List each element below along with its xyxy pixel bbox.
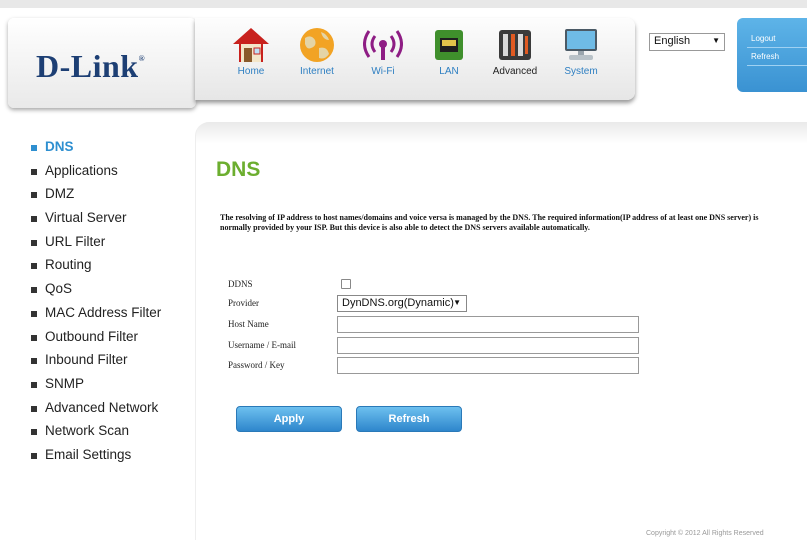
sidebar-item-label: Inbound Filter (45, 352, 128, 368)
nav-home[interactable]: Home (219, 26, 283, 77)
tools-icon (495, 26, 535, 64)
language-select[interactable]: English ▼ (649, 33, 725, 51)
divider (747, 65, 807, 66)
username-input[interactable] (337, 337, 639, 354)
sidebar-item-label: Advanced Network (45, 399, 159, 415)
top-band (0, 0, 807, 8)
hostname-input[interactable] (337, 316, 639, 333)
nav-lan-label: LAN (439, 66, 459, 77)
refresh-button[interactable]: Refresh (356, 406, 462, 432)
sidebar-item-network-scan[interactable]: Network Scan (0, 419, 195, 443)
page: D-Link® Home Internet Wi-Fi LAN Advanced… (0, 0, 807, 545)
nav-internet-label: Internet (300, 66, 334, 77)
bullet-icon (31, 405, 37, 412)
sidebar-item-label: Routing (45, 257, 92, 273)
bullet-icon (31, 334, 37, 341)
wifi-icon (363, 26, 403, 64)
sidebar-item-label: QoS (45, 281, 73, 297)
sidebar-item-label: SNMP (45, 375, 85, 391)
chevron-down-icon: ▼ (712, 36, 720, 45)
provider-select[interactable]: DynDNS.org(Dynamic) ▼ (337, 295, 467, 312)
sidebar-item-snmp[interactable]: SNMP (0, 372, 195, 396)
bullet-icon (31, 287, 37, 294)
refresh-link[interactable]: Refresh (751, 52, 807, 61)
nav-wifi-label: Wi-Fi (371, 66, 395, 77)
chevron-down-icon: ▼ (453, 298, 461, 307)
sidebar-item-label: Applications (45, 162, 118, 178)
sidebar-item-inbound-filter[interactable]: Inbound Filter (0, 348, 195, 372)
nav-internet[interactable]: Internet (285, 26, 349, 77)
nav-lan[interactable]: LAN (417, 26, 481, 77)
sidebar-item-url-filter[interactable]: URL Filter (0, 230, 195, 254)
divider (747, 47, 807, 48)
language-value: English (654, 35, 691, 47)
sidebar-item-qos[interactable]: QoS (0, 277, 195, 301)
bullet-icon (31, 452, 37, 459)
sidebar-item-label: Email Settings (45, 446, 132, 462)
hostname-label: Host Name (228, 319, 269, 329)
sidebar-item-label: Outbound Filter (45, 328, 139, 344)
sidebar-item-email-settings[interactable]: Email Settings (0, 443, 195, 467)
bullet-icon (31, 239, 37, 246)
password-label: Password / Key (228, 360, 285, 370)
sidebar-item-outbound-filter[interactable]: Outbound Filter (0, 325, 195, 349)
lan-icon (429, 26, 469, 64)
sidebar-item-applications[interactable]: Applications (0, 159, 195, 183)
globe-icon (297, 26, 337, 64)
brand-logo-text: D-Link (36, 48, 139, 84)
sidebar-item-dns[interactable]: DNS (0, 135, 195, 159)
bullet-icon (31, 216, 37, 223)
copyright-text: Copyright © 2012 All Rights Reserved (646, 530, 764, 537)
page-description: The resolving of IP address to host name… (220, 213, 759, 233)
bullet-icon (31, 168, 37, 175)
nav-advanced[interactable]: Advanced (483, 26, 547, 77)
bullet-icon (31, 381, 37, 388)
password-input[interactable] (337, 357, 639, 374)
provider-label: Provider (228, 298, 259, 308)
sidebar-item-advanced-network[interactable]: Advanced Network (0, 396, 195, 420)
sidebar-item-label: DNS (45, 139, 74, 154)
bullet-icon (31, 310, 37, 317)
sidebar-item-label: URL Filter (45, 233, 106, 249)
nav-system[interactable]: System (549, 26, 613, 77)
nav-wifi[interactable]: Wi-Fi (351, 26, 415, 77)
apply-button[interactable]: Apply (236, 406, 342, 432)
utility-panel: Logout Refresh (737, 18, 807, 92)
sidebar-item-label: Virtual Server (45, 210, 127, 226)
home-icon (231, 26, 271, 64)
brand-logo: D-Link® (36, 48, 145, 85)
bullet-icon (31, 192, 37, 199)
sidebar-item-dmz[interactable]: DMZ (0, 182, 195, 206)
nav-advanced-label: Advanced (492, 66, 538, 77)
username-label: Username / E-mail (228, 340, 296, 350)
provider-value: DynDNS.org(Dynamic) (342, 297, 454, 309)
bullet-icon (31, 263, 37, 270)
sidebar-item-mac-address-filter[interactable]: MAC Address Filter (0, 301, 195, 325)
sidebar-item-label: DMZ (45, 186, 75, 202)
logout-link[interactable]: Logout (751, 34, 807, 43)
sidebar: DNS Applications DMZ Virtual Server URL … (0, 135, 195, 467)
ddns-label: DDNS (228, 279, 253, 289)
sidebar-item-virtual-server[interactable]: Virtual Server (0, 206, 195, 230)
bullet-icon (31, 358, 37, 365)
top-nav: Home Internet Wi-Fi LAN Advanced System (195, 18, 635, 100)
logo-panel: D-Link® (8, 18, 196, 108)
computer-icon (561, 26, 601, 64)
ddns-checkbox[interactable] (341, 279, 351, 289)
nav-system-label: System (564, 66, 598, 77)
nav-home-label: Home (237, 66, 265, 77)
page-title: DNS (216, 158, 261, 181)
bullet-icon (31, 145, 37, 151)
sidebar-item-label: MAC Address Filter (45, 304, 162, 320)
brand-reg-mark: ® (138, 54, 146, 63)
sidebar-item-label: Network Scan (45, 423, 130, 439)
sidebar-item-routing[interactable]: Routing (0, 253, 195, 277)
bullet-icon (31, 429, 37, 436)
